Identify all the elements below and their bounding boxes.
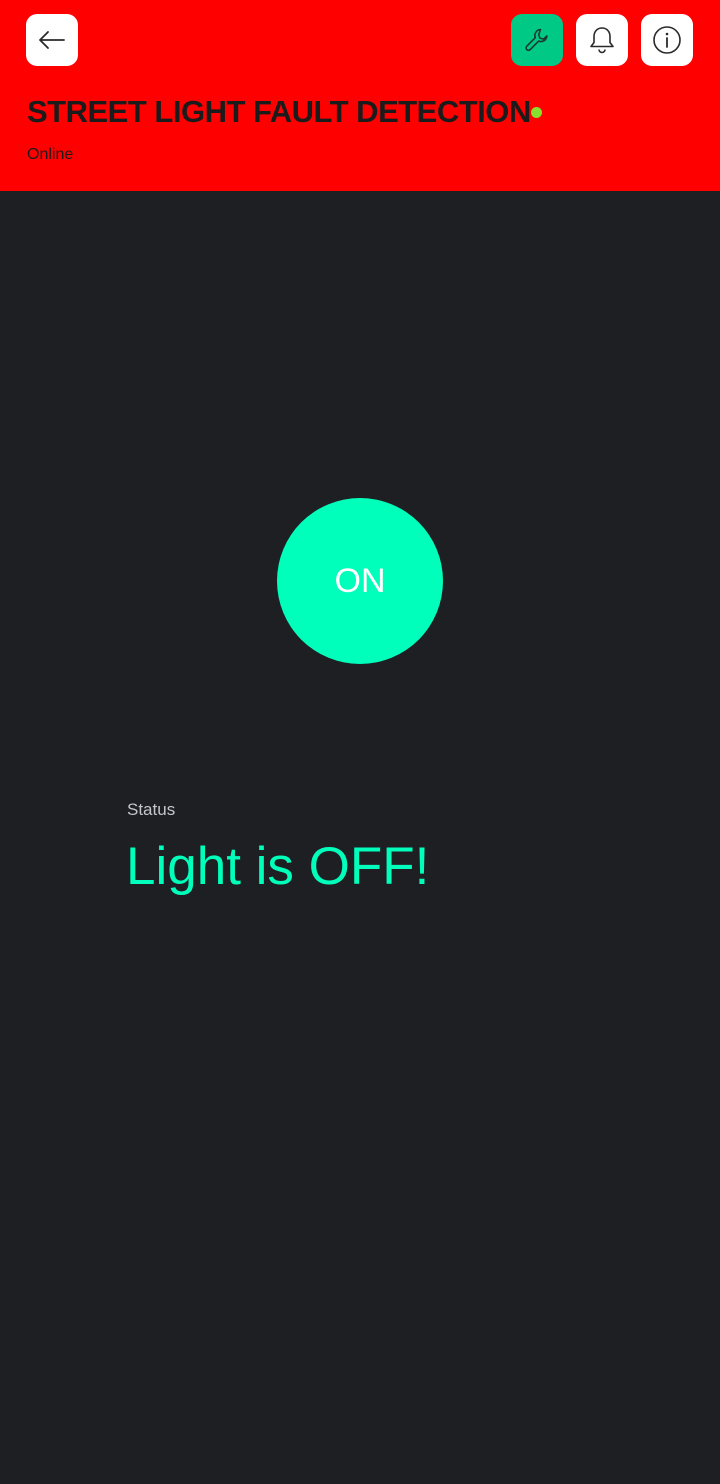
online-status-dot xyxy=(531,107,542,118)
info-icon xyxy=(652,25,682,55)
info-button[interactable] xyxy=(641,14,693,66)
wrench-icon xyxy=(522,25,552,55)
back-arrow-icon xyxy=(38,30,66,50)
app-header: STREET LIGHT FAULT DETECTION Online xyxy=(0,0,720,191)
device-title: STREET LIGHT FAULT DETECTION xyxy=(27,94,531,129)
bell-icon xyxy=(588,25,616,55)
status-widget-label: Status xyxy=(127,800,176,819)
notifications-button[interactable] xyxy=(576,14,628,66)
status-widget-value: Light is OFF! xyxy=(126,837,430,896)
back-button[interactable] xyxy=(26,14,78,66)
connection-status: Online xyxy=(27,146,74,163)
power-button-label: ON xyxy=(334,561,386,600)
power-toggle-button[interactable]: ON xyxy=(277,498,443,664)
edit-dashboard-button[interactable] xyxy=(511,14,563,66)
